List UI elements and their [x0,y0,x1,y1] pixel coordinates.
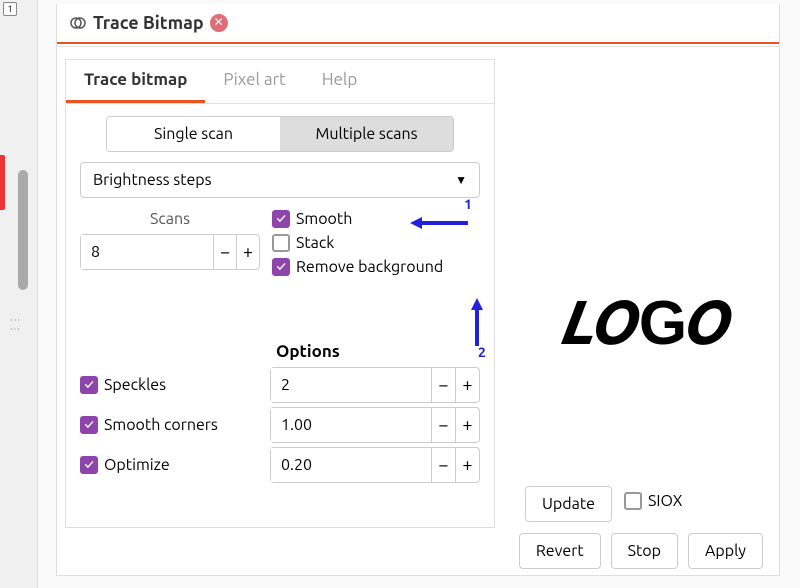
annotation-arrow-2: 2 [468,298,486,352]
options-header: Options [276,342,494,361]
stack-label: Stack [296,234,334,252]
speckles-checkbox[interactable] [80,376,98,394]
scans-input[interactable] [81,235,213,269]
update-button[interactable]: Update [525,486,612,522]
preview-image: LOGO [525,267,769,377]
dialog-title: Trace Bitmap [93,13,204,33]
stop-button[interactable]: Stop [611,533,678,569]
red-strip [0,155,5,210]
smooth-corners-stepper: − + [270,407,480,443]
siox-label: SIOX [648,492,683,510]
content-area: Trace bitmap Pixel art Help Single scan … [57,47,779,528]
titlebar: Trace Bitmap ✕ [57,4,779,44]
single-scan-button[interactable]: Single scan [107,117,280,151]
apply-button[interactable]: Apply [688,533,763,569]
speckles-plus-button[interactable]: + [455,368,479,402]
speckles-minus-button[interactable]: − [431,368,455,402]
smooth-corners-plus-button[interactable]: + [455,408,479,442]
drag-handle-icon[interactable]: ⋮⋮ [9,315,21,333]
left-rail: 1 ⋮⋮ [0,0,38,588]
dropdown-value: Brightness steps [93,171,212,189]
mode-dropdown[interactable]: Brightness steps ▼ [80,162,480,198]
smooth-label: Smooth [296,210,352,228]
smooth-checkbox[interactable] [272,210,290,228]
tab-help[interactable]: Help [304,60,376,103]
optimize-stepper: − + [270,447,480,483]
multiple-scans-button[interactable]: Multiple scans [280,117,453,151]
scans-stepper: − + [80,234,260,270]
optimize-label: Optimize [104,456,170,474]
scan-mode-toggle: Single scan Multiple scans [106,116,454,152]
optimize-checkbox[interactable] [80,456,98,474]
page-badge: 1 [3,2,17,16]
scrollbar[interactable] [18,170,28,290]
smooth-corners-row: Smooth corners [80,416,260,434]
remove-bg-label: Remove background [296,258,443,276]
dialog-window: Trace Bitmap ✕ Trace bitmap Pixel art He… [56,4,780,576]
remove-bg-checkbox[interactable] [272,258,290,276]
siox-checkbox[interactable] [624,492,642,510]
siox-row: SIOX [624,492,683,510]
smooth-corners-input[interactable] [271,408,431,442]
remove-bg-row: Remove background [272,258,443,276]
speckles-label: Speckles [104,376,166,394]
annotation-arrow-1: 1 [410,214,470,232]
optimize-minus-button[interactable]: − [431,448,455,482]
revert-button[interactable]: Revert [519,533,601,569]
optimize-input[interactable] [271,448,431,482]
smooth-corners-minus-button[interactable]: − [431,408,455,442]
footer-buttons: Revert Stop Apply [519,533,763,569]
chevron-down-icon: ▼ [455,173,467,187]
optimize-row: Optimize [80,456,260,474]
tab-pixel-art[interactable]: Pixel art [205,60,303,103]
preview-logo-text: LOGO [563,286,730,359]
trace-bitmap-icon [69,14,87,32]
speckles-stepper: − + [270,367,480,403]
stack-checkbox[interactable] [272,234,290,252]
preview-pane: LOGO Update SIOX [495,47,779,528]
tab-trace-bitmap[interactable]: Trace bitmap [66,60,205,103]
optimize-plus-button[interactable]: + [455,448,479,482]
close-icon[interactable]: ✕ [210,14,228,32]
tab-bar: Trace bitmap Pixel art Help [66,60,494,104]
smooth-corners-checkbox[interactable] [80,416,98,434]
speckles-input[interactable] [271,368,431,402]
scans-label: Scans [80,210,260,228]
scans-plus-button[interactable]: + [236,235,259,269]
speckles-row: Speckles [80,376,260,394]
stack-row: Stack [272,234,443,252]
settings-panel: Trace bitmap Pixel art Help Single scan … [65,59,495,528]
smooth-corners-label: Smooth corners [104,416,218,434]
scans-minus-button[interactable]: − [213,235,236,269]
